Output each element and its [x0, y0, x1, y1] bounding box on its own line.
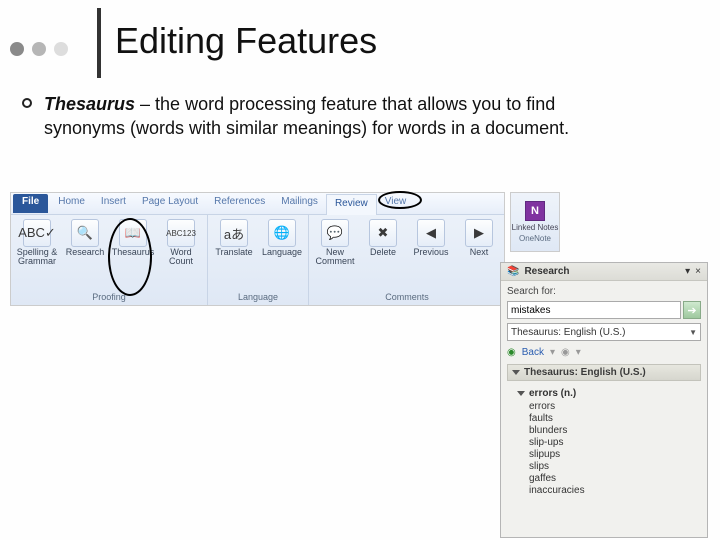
- back-link[interactable]: Back: [522, 347, 544, 358]
- btn-word-count[interactable]: ABC123Word Count: [159, 219, 203, 267]
- collapse-icon: [512, 370, 520, 375]
- result-item[interactable]: gaffes: [517, 473, 701, 484]
- onenote-group: N Linked Notes OneNote: [510, 192, 560, 252]
- previous-icon: ◀: [417, 219, 445, 247]
- ribbon-tabs: File Home Insert Page Layout References …: [11, 193, 504, 215]
- section-title: Thesaurus: English (U.S.): [524, 367, 646, 378]
- forward-icon[interactable]: ◉: [561, 347, 570, 358]
- new-comment-icon: 💬: [321, 219, 349, 247]
- decor-vline: [97, 8, 101, 78]
- language-icon: 🌐: [268, 219, 296, 247]
- tab-references[interactable]: References: [206, 193, 273, 214]
- tab-file[interactable]: File: [13, 194, 48, 213]
- result-item[interactable]: slip-ups: [517, 437, 701, 448]
- next-icon: ▶: [465, 219, 493, 247]
- result-item[interactable]: blunders: [517, 425, 701, 436]
- result-item[interactable]: errors: [517, 401, 701, 412]
- tab-review[interactable]: Review: [326, 194, 377, 215]
- page-title: Editing Features: [115, 20, 377, 62]
- tab-insert[interactable]: Insert: [93, 193, 134, 214]
- word-ribbon: File Home Insert Page Layout References …: [10, 192, 505, 306]
- btn-translate[interactable]: aあTranslate: [212, 219, 256, 257]
- source-select[interactable]: Thesaurus: English (U.S.) ▼: [507, 323, 701, 341]
- tab-mailings[interactable]: Mailings: [273, 193, 326, 214]
- ribbon-groups: ABC✓Spelling & Grammar 🔍Research 📖Thesau…: [11, 215, 504, 305]
- btn-prev-comment[interactable]: ◀Previous: [409, 219, 453, 257]
- btn-spelling-grammar[interactable]: ABC✓Spelling & Grammar: [15, 219, 59, 267]
- term: Thesaurus: [44, 94, 135, 114]
- source-value: Thesaurus: English (U.S.): [511, 327, 626, 338]
- collapse-icon: [517, 391, 525, 396]
- translate-icon: aあ: [220, 219, 248, 247]
- results-list: errors (n.) errors faults blunders slip-…: [507, 385, 701, 498]
- slide: Editing Features Thesaurus – the word pr…: [0, 0, 720, 540]
- section-header[interactable]: Thesaurus: English (U.S.): [507, 364, 701, 381]
- book-icon: 📚: [507, 266, 519, 277]
- spellcheck-icon: ABC✓: [23, 219, 51, 247]
- research-pane: 📚 Research ▾ × Search for: ➔ Thesaurus: …: [500, 262, 708, 538]
- bullet-text: Thesaurus – the word processing feature …: [44, 92, 604, 141]
- search-label: Search for:: [507, 286, 701, 297]
- dot-2: [32, 42, 46, 56]
- onenote-label: Linked Notes: [512, 223, 559, 232]
- search-go-button[interactable]: ➔: [683, 301, 701, 319]
- chevron-down-icon[interactable]: ▾: [576, 347, 581, 358]
- close-icon[interactable]: ×: [695, 266, 701, 277]
- result-item[interactable]: slips: [517, 461, 701, 472]
- btn-next-comment[interactable]: ▶Next: [457, 219, 501, 257]
- research-icon: 🔍: [71, 219, 99, 247]
- onenote-group-label: OneNote: [519, 234, 551, 243]
- result-item[interactable]: inaccuracies: [517, 485, 701, 496]
- group-label-language: Language: [212, 292, 304, 303]
- btn-language[interactable]: 🌐Language: [260, 219, 304, 257]
- result-group-header[interactable]: errors (n.): [517, 387, 701, 400]
- group-label-comments: Comments: [313, 292, 501, 303]
- btn-research[interactable]: 🔍Research: [63, 219, 107, 257]
- bullet-item: Thesaurus – the word processing feature …: [22, 92, 604, 141]
- chevron-down-icon: ▼: [689, 328, 697, 337]
- wordcount-icon: ABC123: [167, 219, 195, 247]
- chevron-down-icon[interactable]: ▾: [550, 347, 555, 358]
- pane-title: Research: [524, 266, 569, 277]
- btn-new-comment[interactable]: 💬New Comment: [313, 219, 357, 267]
- btn-delete-comment[interactable]: ✖Delete: [361, 219, 405, 257]
- decor-dots: [10, 42, 68, 56]
- chevron-down-icon[interactable]: ▾: [685, 266, 690, 277]
- dot-1: [10, 42, 24, 56]
- result-item[interactable]: slipups: [517, 449, 701, 460]
- back-icon[interactable]: ◉: [507, 347, 516, 358]
- tab-page-layout[interactable]: Page Layout: [134, 193, 206, 214]
- search-input[interactable]: [507, 301, 681, 319]
- onenote-icon[interactable]: N: [525, 201, 545, 221]
- bullet-marker: [22, 98, 32, 108]
- pane-header: 📚 Research ▾ ×: [501, 263, 707, 281]
- dot-3: [54, 42, 68, 56]
- delete-icon: ✖: [369, 219, 397, 247]
- group-label-proofing: Proofing: [15, 292, 203, 303]
- annotation-circle-thesaurus: [108, 218, 152, 296]
- tab-home[interactable]: Home: [50, 193, 93, 214]
- group-comments: 💬New Comment ✖Delete ◀Previous ▶Next Com…: [309, 215, 505, 305]
- pane-nav: ◉ Back ▾ ◉ ▾: [507, 345, 701, 360]
- group-language: aあTranslate 🌐Language Language: [208, 215, 309, 305]
- result-item[interactable]: faults: [517, 413, 701, 424]
- annotation-circle-review: [378, 191, 422, 209]
